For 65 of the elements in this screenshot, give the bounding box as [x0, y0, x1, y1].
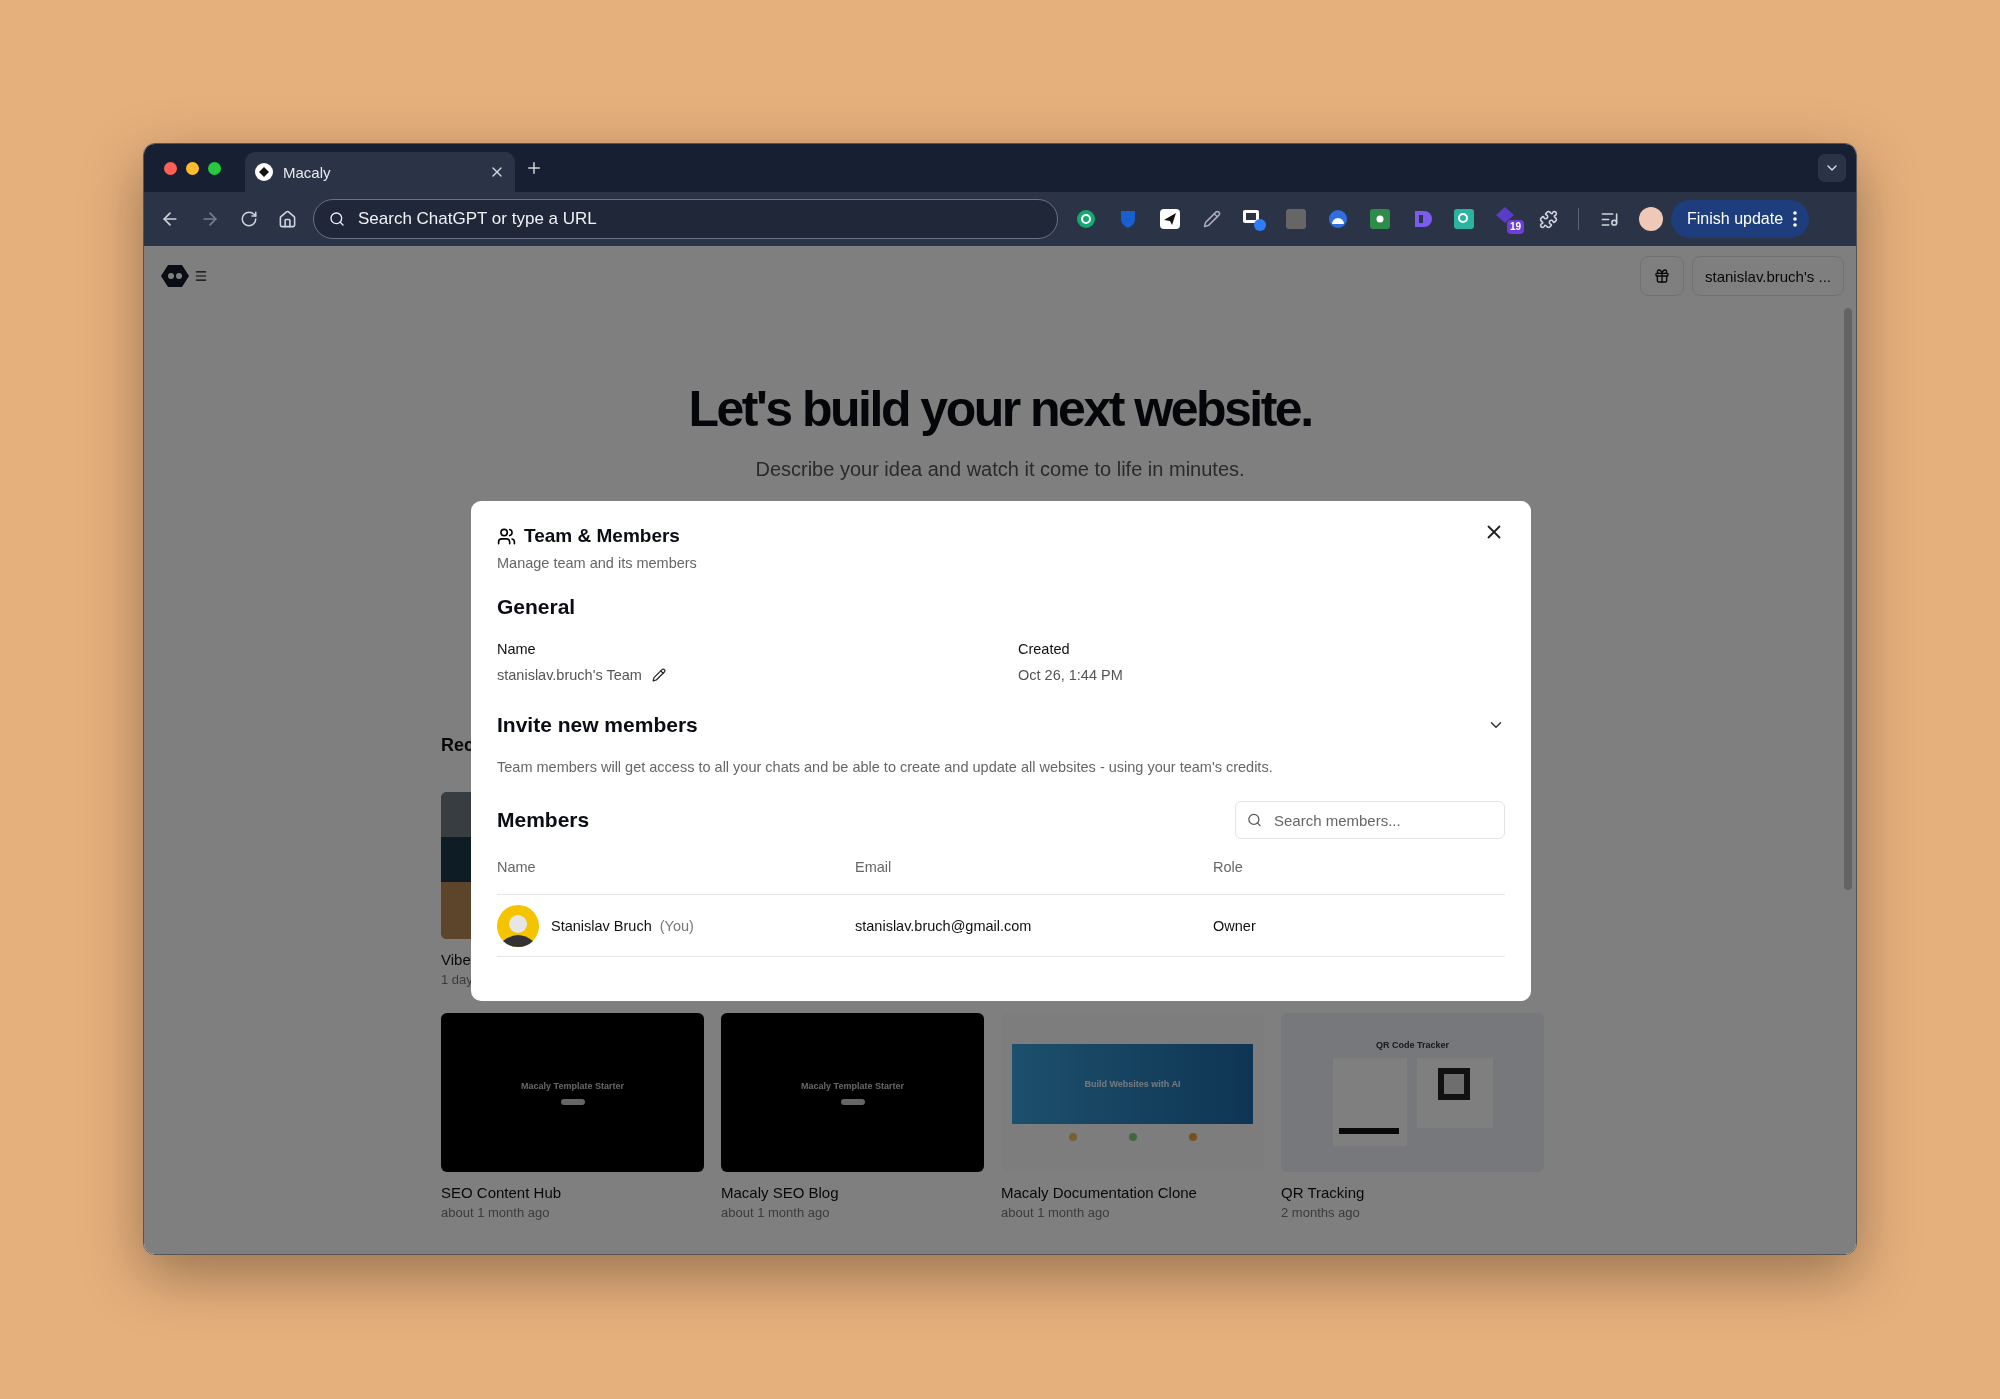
search-icon — [1247, 812, 1262, 828]
address-bar[interactable]: Search ChatGPT or type a URL — [313, 199, 1058, 239]
column-header: Role — [1213, 858, 1244, 875]
gift-icon — [1654, 268, 1670, 284]
search-icon — [329, 211, 345, 227]
column-header: Name — [497, 858, 537, 875]
pencil-icon[interactable] — [651, 668, 666, 682]
maximize-window-button[interactable] — [208, 161, 221, 175]
dialog-title: Team & Members — [524, 525, 680, 547]
section-heading: Invite new members — [497, 713, 698, 737]
field-value: Oct 26, 1:44 PM — [1018, 667, 1123, 683]
section-heading: General — [497, 595, 576, 618]
users-icon — [497, 526, 516, 546]
gift-button[interactable] — [1640, 256, 1684, 296]
project-time: about 1 month ago — [721, 1205, 831, 1220]
finish-update-button[interactable]: Finish update — [1671, 200, 1810, 238]
project-title: Macaly Documentation Clone — [1001, 1184, 1198, 1201]
menu-icon[interactable] — [194, 269, 208, 283]
avatar — [497, 904, 539, 947]
section-heading: Rec — [441, 735, 475, 756]
close-window-button[interactable] — [164, 161, 177, 175]
project-time: about 1 month ago — [1001, 1205, 1111, 1220]
section-heading: Members — [497, 808, 590, 832]
circle-icon[interactable] — [1074, 207, 1098, 231]
magnifier-square-icon[interactable] — [1452, 207, 1476, 231]
column-header: Email — [855, 858, 893, 875]
project-title: QR Tracking — [1281, 1184, 1366, 1201]
preview-title: Macaly Template Starter — [801, 1080, 904, 1091]
project-title: Vibe — [441, 951, 472, 968]
hero-subtitle: Describe your idea and watch it come to life in minutes. — [754, 458, 1246, 481]
project-title: Macaly SEO Blog — [721, 1184, 840, 1201]
project-time: about 1 month ago — [441, 1205, 551, 1220]
project-time: 2 months ago — [1281, 1205, 1361, 1220]
reload-icon[interactable] — [240, 209, 258, 229]
preview-title: Macaly Template Starter — [521, 1080, 624, 1091]
more-icon — [1793, 211, 1798, 227]
dome-icon[interactable] — [1326, 207, 1350, 231]
logo-icon — [160, 264, 190, 288]
browser-tab[interactable]: Macaly — [245, 152, 515, 192]
notification-badge: 19 — [1506, 220, 1524, 234]
dot-square-icon[interactable] — [1368, 207, 1392, 231]
paper-plane-icon[interactable] — [1158, 207, 1182, 231]
field-label: Created — [1018, 641, 1071, 657]
minimize-window-button[interactable] — [186, 161, 199, 175]
hero-title: Let's build your next website. — [687, 380, 1313, 438]
scrollbar[interactable] — [1844, 308, 1852, 890]
member-name: Stanislav Bruch — [551, 917, 652, 934]
preview-title: Build Websites with AI — [1084, 1078, 1181, 1089]
preview-title: QR Code Tracker — [1376, 1039, 1449, 1050]
search-field[interactable]: Search members... — [1235, 801, 1505, 839]
field-value: stanislav.bruch's Team — [497, 667, 642, 683]
field-label: Name — [497, 641, 537, 657]
dialog-subtitle: Manage team and its members — [497, 555, 698, 571]
member-role: Owner — [1213, 917, 1257, 934]
you-tag: (You) — [659, 917, 694, 934]
account-button[interactable]: stanislav.bruch's ... — [1692, 256, 1844, 296]
tab-search-icon[interactable] — [1818, 154, 1846, 182]
new-tab-icon[interactable] — [525, 159, 543, 177]
profile-avatar[interactable] — [1639, 207, 1663, 231]
window-star-icon[interactable] — [1242, 207, 1266, 231]
section-description: Team members will get access to all your chats and be able to create and update all websites - using your team's credits. — [497, 759, 1274, 775]
site-logo-icon — [255, 163, 273, 181]
home-icon[interactable] — [278, 209, 297, 229]
project-title: SEO Content Hub — [441, 1184, 563, 1201]
member-email: stanislav.bruch@gmail.com — [855, 917, 1033, 934]
